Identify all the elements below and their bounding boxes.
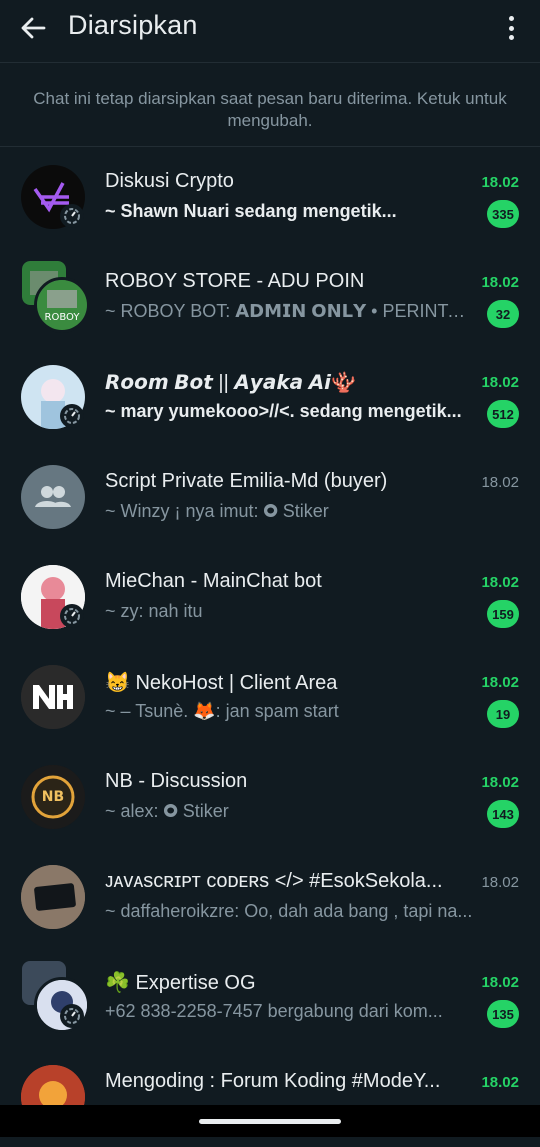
group-avatar — [21, 865, 85, 929]
chat-time: 18.02 — [481, 574, 519, 591]
archive-notice[interactable]: Chat ini tetap diarsipkan saat pesan bar… — [30, 88, 510, 132]
chat-row[interactable]: ROBOY ROBOY STORE - ADU POIN ~ ROBOY BOT… — [0, 247, 540, 347]
chat-name: 𝙍𝙤𝙤𝙢 𝘽𝙤𝙩 || 𝘼𝙮𝙖𝙠𝙖 𝘼𝙞🪸 — [105, 372, 356, 394]
chat-name: Mengoding : Forum Koding #ModeY... — [105, 1070, 441, 1092]
chat-time: 18.02 — [481, 874, 519, 891]
chat-row[interactable]: Script Private Emilia-Md (buyer) ~ Winzy… — [0, 447, 540, 547]
chat-time: 18.02 — [481, 1074, 519, 1091]
chat-preview: ~ mary yumekooo>//<. sedang mengetik... — [105, 401, 462, 421]
chat-time: 18.02 — [481, 774, 519, 791]
unread-badge: 512 — [487, 400, 519, 428]
chat-preview: ~ Winzy ¡ nya imut: 🞉 Stiker — [105, 501, 329, 521]
chat-name: Script Private Emilia-Md (buyer) — [105, 470, 388, 492]
chat-name: NB - Discussion — [105, 770, 248, 792]
status-ring-icon — [60, 404, 84, 428]
unread-badge: 159 — [487, 600, 519, 628]
chat-preview: ~ zy: nah itu — [105, 601, 203, 621]
chat-time: 18.02 — [481, 674, 519, 691]
unread-badge: 32 — [487, 300, 519, 328]
back-arrow-icon[interactable] — [18, 13, 48, 43]
chat-name: 😸 NekoHost | Client Area — [105, 672, 338, 694]
chat-row[interactable]: ᴊᴀᴠᴀsᴄʀɪᴘᴛ ᴄᴏᴅᴇʀs </> #EsokSekola... ~ d… — [0, 847, 540, 947]
unread-badge: 335 — [487, 200, 519, 228]
chat-row[interactable]: 𝙍𝙤𝙤𝙢 𝘽𝙤𝙩 || 𝘼𝙮𝙖𝙠𝙖 𝘼𝙞🪸 ~ mary yumekooo>//… — [0, 347, 540, 447]
chat-preview: +62 838-2258-7457 bergabung dari kom... — [105, 1001, 443, 1021]
chat-name: Diskusi Crypto — [105, 170, 234, 192]
chat-preview: ~ alex: 🞉 Stiker — [105, 801, 229, 821]
chat-preview: ~ daffaheroikzre: Oo, dah ada bang , tap… — [105, 901, 473, 921]
chat-row[interactable]: NB NB - Discussion ~ alex: 🞉 Stiker 18.0… — [0, 747, 540, 847]
chat-row[interactable]: Diskusi Crypto ~ Shawn Nuari sedang meng… — [0, 147, 540, 247]
chat-name: MieChan - MainChat bot — [105, 570, 322, 592]
unread-badge: 19 — [487, 700, 519, 728]
chat-preview: ~ – Tsunè. 🦊: jan spam start — [105, 701, 339, 721]
status-ring-icon — [60, 1004, 84, 1028]
chat-name: ROBOY STORE - ADU POIN — [105, 270, 365, 292]
app-bar: Diarsipkan — [0, 0, 540, 58]
chat-row[interactable]: 😸 NekoHost | Client Area ~ – Tsunè. 🦊: j… — [0, 647, 540, 747]
chat-time: 18.02 — [481, 474, 519, 491]
chat-time: 18.02 — [481, 274, 519, 291]
svg-text:NB: NB — [42, 789, 64, 805]
status-ring-icon — [60, 604, 84, 628]
chat-name: ☘️ Expertise OG — [105, 972, 256, 994]
page-title: Diarsipkan — [68, 10, 198, 40]
svg-text:ROBOY: ROBOY — [45, 312, 81, 323]
chat-time: 18.02 — [481, 974, 519, 991]
community-avatar: ROBOY — [34, 277, 90, 333]
header-divider — [0, 62, 540, 63]
chat-time: 18.02 — [481, 174, 519, 191]
chat-row[interactable]: ☘️ Expertise OG +62 838-2258-7457 bergab… — [0, 947, 540, 1047]
chat-time: 18.02 — [481, 374, 519, 391]
unread-badge: 143 — [487, 800, 519, 828]
more-options-icon[interactable] — [500, 14, 522, 42]
group-avatar — [21, 665, 85, 729]
system-navigation-bar — [0, 1105, 540, 1137]
chat-row[interactable]: MieChan - MainChat bot ~ zy: nah itu 18.… — [0, 547, 540, 647]
group-avatar: NB — [21, 765, 85, 829]
chat-name: ᴊᴀᴠᴀsᴄʀɪᴘᴛ ᴄᴏᴅᴇʀs </> #EsokSekola... — [105, 870, 443, 892]
home-gesture-handle[interactable] — [199, 1119, 341, 1124]
default-group-avatar — [21, 465, 85, 529]
chat-preview: ~ Shawn Nuari sedang mengetik... — [105, 201, 397, 221]
unread-badge: 135 — [487, 1000, 519, 1028]
status-ring-icon — [60, 204, 84, 228]
chat-preview: ~ ROBOY BOT: 𝗔𝗗𝗠𝗜𝗡 𝗢𝗡𝗟𝗬 • PERINTAH INI..… — [105, 301, 473, 321]
